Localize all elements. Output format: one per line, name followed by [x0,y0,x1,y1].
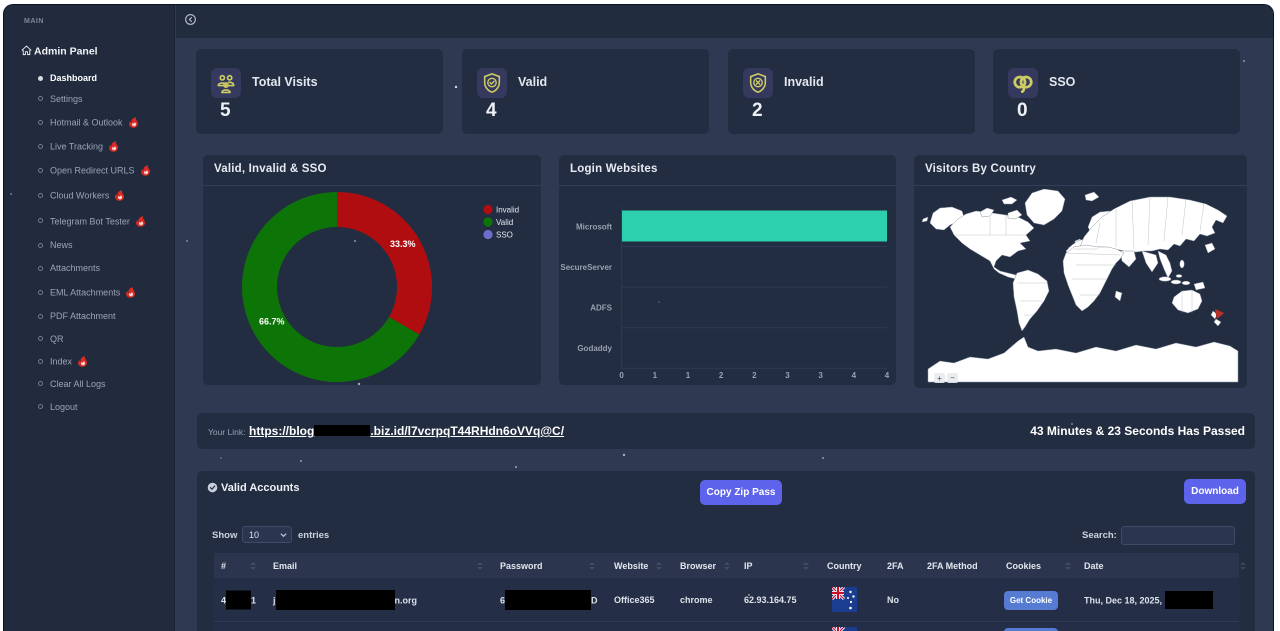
svg-text:3: 3 [785,371,790,380]
svg-text:Invalid: Invalid [496,206,519,215]
svg-text:Godaddy: Godaddy [577,344,612,353]
svg-text:1: 1 [653,371,658,380]
svg-text:1: 1 [686,371,691,380]
svg-text:Microsoft: Microsoft [576,222,612,231]
svg-text:Valid: Valid [496,218,513,227]
svg-text:+: + [937,374,942,383]
svg-text:4: 4 [885,371,890,380]
svg-text:SSO: SSO [496,231,513,240]
svg-text:−: − [950,374,955,383]
svg-text:ADFS: ADFS [590,304,612,313]
svg-text:SecureServer: SecureServer [560,263,612,272]
svg-text:2: 2 [719,371,724,380]
svg-text:2: 2 [752,371,757,380]
svg-text:4: 4 [852,371,857,380]
svg-text:66.7%: 66.7% [259,317,285,327]
svg-text:33.3%: 33.3% [390,239,416,249]
svg-text:0: 0 [619,371,624,380]
svg-text:3: 3 [818,371,823,380]
